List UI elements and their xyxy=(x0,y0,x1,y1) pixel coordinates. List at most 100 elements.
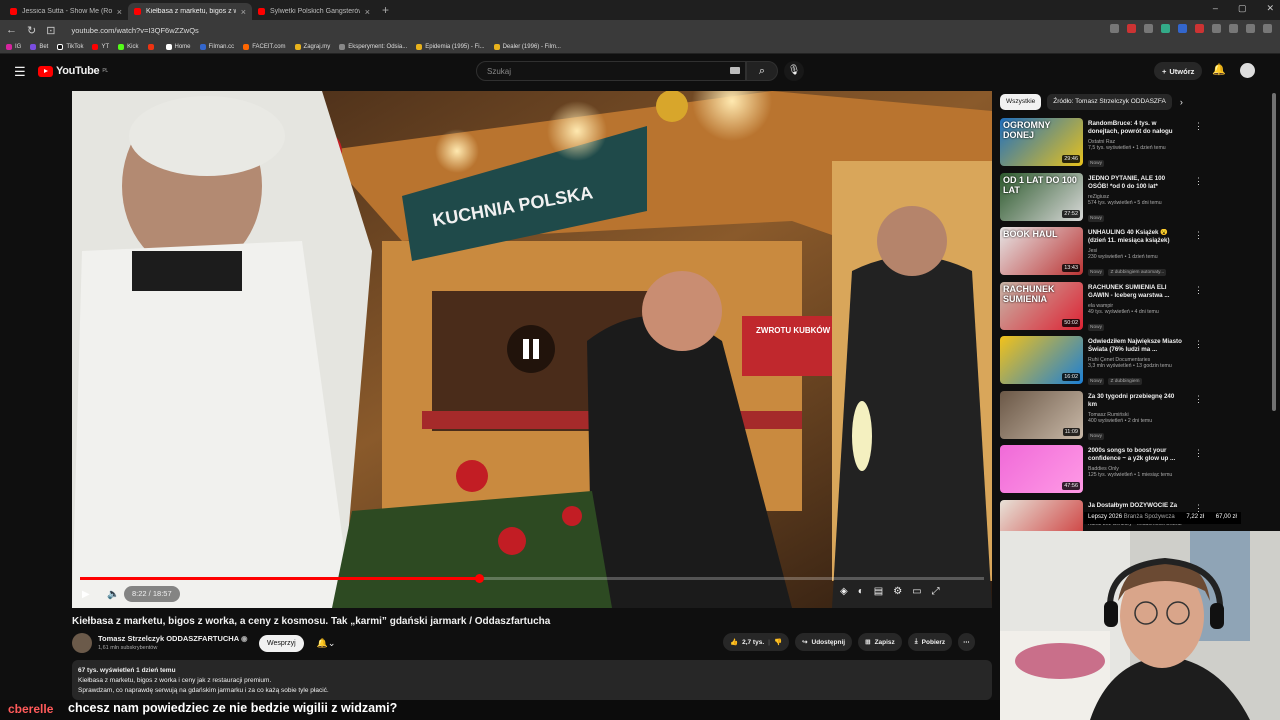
bookmark[interactable]: Epidemia (1995) - Fi... xyxy=(416,43,485,50)
bookmark[interactable]: Zagraj.my xyxy=(294,43,330,50)
like-button[interactable]: 👍 2,7 tys. | 👎 xyxy=(723,633,790,651)
browser-tab-active[interactable]: Kiełbasa z marketu, bigos z w... × xyxy=(128,3,252,20)
autoplay-toggle-icon[interactable]: ◐ xyxy=(858,586,864,597)
notifications-icon[interactable]: 🔔 xyxy=(1212,63,1226,76)
subtitles-icon[interactable]: ▤ xyxy=(874,586,883,597)
more-options-icon[interactable]: ⋮ xyxy=(1194,339,1203,350)
rec-title[interactable]: JEDNO PYTANIE, ALE 100 OSÓB! *od 0 do 10… xyxy=(1088,175,1182,191)
rec-title[interactable]: 2000s songs to boost your confidence ~ a… xyxy=(1088,447,1182,463)
browser-tab[interactable]: Sylwetki Polskich Gangsterów #48: B... × xyxy=(252,3,376,20)
recommendation-item[interactable]: 11:09 Za 30 tygodni przebiegnę 240 km To… xyxy=(1000,390,1272,446)
menu-dots-icon[interactable] xyxy=(1263,24,1272,33)
more-options-icon[interactable]: ⋮ xyxy=(1194,121,1203,132)
more-actions-button[interactable]: ⋯ xyxy=(958,633,975,651)
site-info-icon[interactable]: ⊡ xyxy=(46,24,55,37)
url-field[interactable]: youtube.com/watch?v=I3QF6wZZwQs xyxy=(71,26,198,35)
bookmark[interactable]: Filman.cc xyxy=(199,43,234,50)
recommendation-item[interactable]: 47:56 2000s songs to boost your confiden… xyxy=(1000,445,1272,500)
avatar[interactable] xyxy=(1240,63,1255,78)
back-icon[interactable]: ← xyxy=(6,24,17,36)
thumbs-down-icon[interactable]: 👎 xyxy=(774,638,782,646)
chip-source[interactable]: Źródło: Tomasz Strzelczyk ODDASZFA xyxy=(1047,94,1172,110)
recommendation-item[interactable]: BOOK HAUL 13:43 UNHAULING 40 Książek 😮 (… xyxy=(1000,227,1272,282)
search-button[interactable]: ⌕ xyxy=(746,61,778,81)
bookmark[interactable]: TikTok xyxy=(57,43,83,50)
recommendation-item[interactable]: OD 1 LAT DO 100 LAT 27:52 JEDNO PYTANIE,… xyxy=(1000,172,1272,228)
search-input[interactable]: Szukaj xyxy=(476,61,746,81)
minimize-icon[interactable]: – xyxy=(1213,3,1218,14)
chevron-right-icon[interactable]: › xyxy=(1180,97,1183,107)
channel-name[interactable]: Tomasz Strzelczyk ODDASZFARTUCHA ◉ xyxy=(98,634,248,643)
pause-overlay-icon[interactable] xyxy=(507,325,555,373)
reload-icon[interactable]: ↻ xyxy=(27,24,36,37)
extension-icon[interactable] xyxy=(1178,24,1187,33)
more-options-icon[interactable]: ⋮ xyxy=(1194,394,1203,405)
sponsor-icon[interactable]: ◈ xyxy=(840,586,848,597)
bookmark[interactable] xyxy=(147,43,157,50)
progress-bar[interactable] xyxy=(80,574,984,583)
description-box[interactable]: 67 tys. wyświetleń 1 dzień temu Kiełbasa… xyxy=(72,660,992,700)
video-thumbnail[interactable]: BOOK HAUL 13:43 xyxy=(1000,227,1083,275)
youtube-logo[interactable]: YouTube PL xyxy=(38,65,108,77)
keyboard-icon[interactable] xyxy=(730,67,740,74)
browser-tab[interactable]: Jessica Sutta - Show Me (Roma... × xyxy=(4,3,128,20)
volume-icon[interactable]: 🔈 xyxy=(107,585,119,603)
recommendation-item[interactable]: OGROMNY DONEJ 29:46 RandomBruce: 4 tys. … xyxy=(1000,118,1272,173)
miniplayer-icon[interactable]: ▭ xyxy=(912,586,921,597)
more-options-icon[interactable]: ⋮ xyxy=(1194,448,1203,459)
recommendation-item[interactable]: RACHUNEK SUMIENIA 50:02 RACHUNEK SUMIENI… xyxy=(1000,281,1272,337)
bookmark[interactable]: Bet xyxy=(30,43,48,50)
new-tab-icon[interactable]: + xyxy=(382,3,389,17)
download-button[interactable]: ⤓ Pobierz xyxy=(907,633,953,651)
profile-icon[interactable] xyxy=(1246,24,1255,33)
extension-icon[interactable] xyxy=(1195,24,1204,33)
close-icon[interactable]: × xyxy=(365,7,370,17)
hamburger-menu-icon[interactable]: ☰ xyxy=(14,64,26,80)
create-button[interactable]: + Utwórz xyxy=(1154,62,1203,80)
rec-title[interactable]: UNHAULING 40 Książek 😮 (dzień 11. miesią… xyxy=(1088,229,1182,245)
bookmark[interactable]: Kick xyxy=(118,43,139,50)
close-icon[interactable]: × xyxy=(117,7,122,17)
bookmark[interactable]: Dealer (1996) - Film... xyxy=(493,43,561,50)
download-icon[interactable] xyxy=(1229,24,1238,33)
channel-avatar[interactable] xyxy=(72,633,92,653)
bookmark[interactable]: Eksperyment: Odsia... xyxy=(339,43,407,50)
video-thumbnail[interactable]: OGROMNY DONEJ 29:46 xyxy=(1000,118,1083,166)
maximize-icon[interactable]: ▢ xyxy=(1238,3,1247,14)
scrollbar[interactable] xyxy=(1272,93,1276,411)
support-button[interactable]: Wesprzyj xyxy=(259,635,304,652)
bookmark[interactable]: Home xyxy=(165,43,191,50)
video-thumbnail[interactable]: 11:09 xyxy=(1000,390,1083,439)
chip-all[interactable]: Wszystkie xyxy=(1000,94,1042,110)
rec-title[interactable]: RandomBruce: 4 tys. w donejtach, powrót … xyxy=(1088,120,1182,136)
more-options-icon[interactable]: ⋮ xyxy=(1194,176,1203,187)
extension-icon[interactable] xyxy=(1144,24,1153,33)
rec-title[interactable]: RACHUNEK SUMIENIA ELI GAWIN - Iceberg wa… xyxy=(1088,284,1182,300)
video-thumbnail[interactable]: RACHUNEK SUMIENIA 50:02 xyxy=(1000,281,1083,330)
close-window-icon[interactable]: ✕ xyxy=(1266,3,1274,14)
video-thumbnail[interactable]: 47:56 xyxy=(1000,445,1083,493)
extension-icon[interactable] xyxy=(1161,24,1170,33)
close-icon[interactable]: × xyxy=(241,7,246,17)
extension-icon[interactable] xyxy=(1127,24,1136,33)
bookmark[interactable]: IG xyxy=(6,43,21,50)
save-button[interactable]: ⊞ Zapisz xyxy=(858,633,902,651)
extension-icon[interactable] xyxy=(1212,24,1221,33)
more-options-icon[interactable]: ⋮ xyxy=(1194,230,1203,241)
video-player[interactable]: KUCHNIA POLSKA ZWROTU KUBKÓW xyxy=(72,91,992,608)
voice-search-icon[interactable]: 🎙 xyxy=(784,61,804,81)
more-options-icon[interactable]: ⋮ xyxy=(1194,285,1203,296)
recommendation-item[interactable]: 16:02 Odwiedziłem Największe Miasto Świa… xyxy=(1000,336,1272,391)
extension-icon[interactable] xyxy=(1110,24,1119,33)
settings-gear-icon[interactable]: ⚙ xyxy=(893,586,902,597)
bookmark[interactable]: FACEIT.com xyxy=(243,43,286,50)
video-thumbnail[interactable]: OD 1 LAT DO 100 LAT 27:52 xyxy=(1000,172,1083,221)
notification-bell-button[interactable]: 🔔⌄ xyxy=(313,635,339,652)
play-icon[interactable]: ▶ xyxy=(82,585,90,603)
bookmark[interactable]: YT xyxy=(92,43,109,50)
share-button[interactable]: ↪ Udostępnij xyxy=(795,633,853,651)
rec-title[interactable]: Za 30 tygodni przebiegnę 240 km xyxy=(1088,393,1182,409)
rec-title[interactable]: Odwiedziłem Największe Miasto Świata (76… xyxy=(1088,338,1182,354)
video-thumbnail[interactable]: 16:02 xyxy=(1000,336,1083,384)
fullscreen-icon[interactable]: ⤢ xyxy=(932,586,940,597)
